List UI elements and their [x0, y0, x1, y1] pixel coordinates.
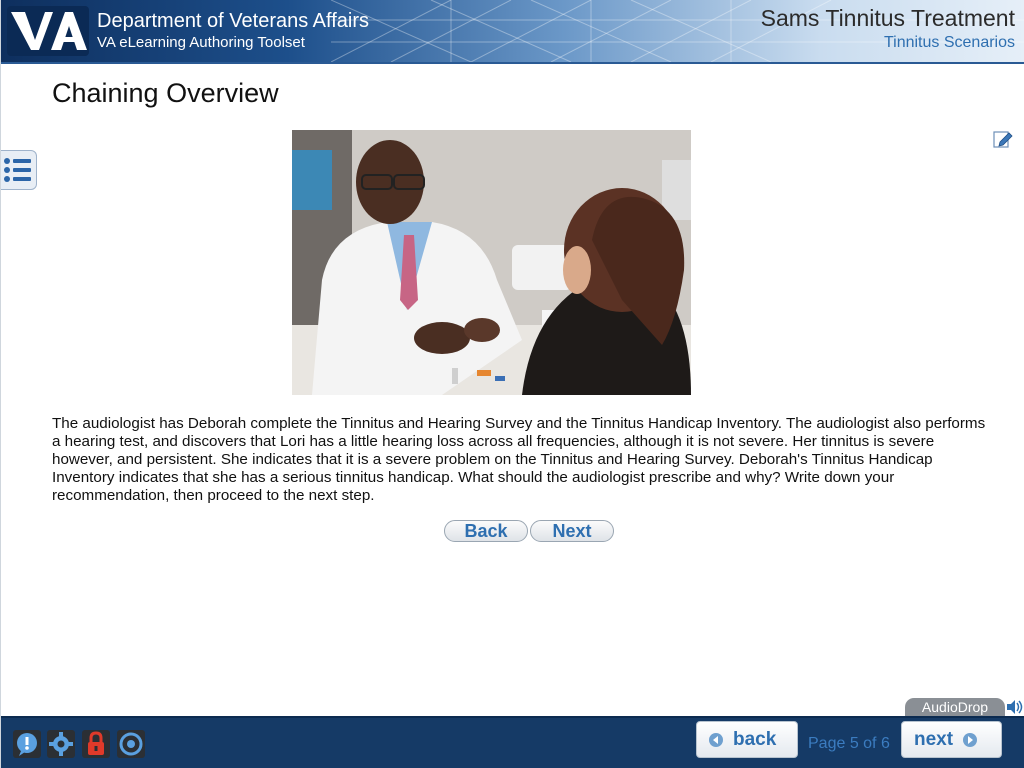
course-subtitle[interactable]: Tinnitus Scenarios	[884, 34, 1015, 52]
footer-next-button[interactable]: next	[901, 721, 1002, 758]
footer-back-button[interactable]: back	[696, 721, 798, 758]
scenario-text: The audiologist has Deborah complete the…	[52, 415, 986, 504]
chevron-right-icon	[963, 732, 978, 747]
audiologist-consult-image	[292, 130, 691, 395]
va-logo-icon	[7, 6, 89, 56]
footer-back-label: back	[733, 728, 777, 750]
content-next-button[interactable]: Next	[530, 520, 614, 542]
org-name: Department of Veterans Affairs	[97, 10, 370, 32]
scenario-photo	[292, 130, 691, 395]
help-icon[interactable]	[13, 730, 41, 758]
chevron-left-icon	[709, 732, 723, 747]
header-divider	[1, 62, 1024, 64]
menu-list-button[interactable]	[1, 150, 37, 190]
list-icon	[4, 158, 31, 182]
course-title: Sams Tinnitus Treatment	[760, 5, 1015, 31]
audiodrop-tab[interactable]: AudioDrop	[905, 698, 1005, 716]
toolset-name: VA eLearning Authoring Toolset	[97, 34, 305, 51]
edit-button[interactable]	[992, 128, 1014, 150]
content-back-button[interactable]: Back	[444, 520, 528, 542]
speaker-icon[interactable]	[1005, 698, 1024, 716]
footer-next-label: next	[914, 728, 954, 750]
target-icon[interactable]	[117, 730, 145, 758]
pencil-icon	[993, 131, 1013, 148]
settings-icon[interactable]	[47, 730, 75, 758]
footer-bar: back Page 5 of 6 next	[1, 716, 1024, 768]
header-banner: Department of Veterans Affairs VA eLearn…	[1, 0, 1024, 62]
lock-icon[interactable]	[82, 730, 110, 758]
app-window: Department of Veterans Affairs VA eLearn…	[0, 0, 1024, 768]
page-indicator: Page 5 of 6	[808, 735, 890, 752]
content-nav-buttons: Back Next	[444, 520, 614, 542]
page-title: Chaining Overview	[52, 78, 279, 108]
